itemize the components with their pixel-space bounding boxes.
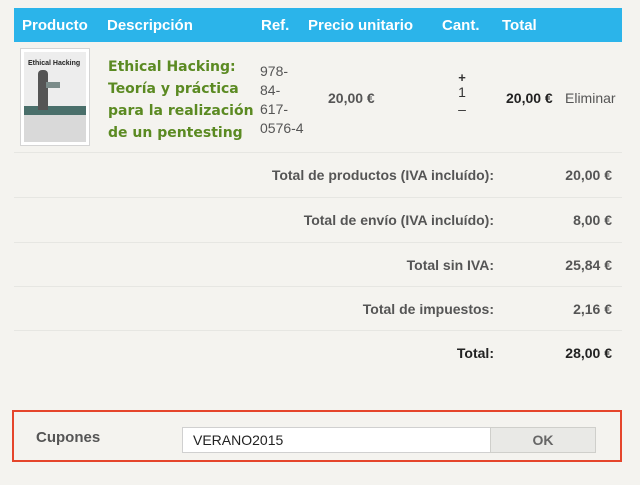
remove-product-link[interactable]: Eliminar <box>565 90 616 106</box>
total-shipping-row: Total de envío (IVA incluído): 8,00 € <box>14 197 622 243</box>
total-products-amount: 20,00 € <box>565 167 612 183</box>
grand-total-amount: 28,00 € <box>565 345 612 361</box>
total-shipping-label: Total de envío (IVA incluído): <box>303 212 494 228</box>
cart-table-header: Producto Descripción Ref. Precio unitari… <box>14 8 622 42</box>
quantity-value: 1 <box>458 84 466 100</box>
quantity-stepper: + 1 – <box>452 71 472 118</box>
book-cover-title: Ethical Hacking <box>28 60 81 67</box>
total-without-tax-row: Total sin IVA: 25,84 € <box>14 242 622 288</box>
header-descripcion: Descripción <box>107 17 193 34</box>
total-taxes-amount: 2,16 € <box>573 301 612 317</box>
page-top <box>14 0 622 8</box>
coupon-label: Cupones <box>36 429 101 446</box>
header-total: Total <box>502 17 537 34</box>
product-description-link[interactable]: Ethical Hacking: Teoría y práctica para … <box>108 56 258 144</box>
book-cover-figure <box>38 70 48 110</box>
coupon-section: Cupones OK <box>12 410 622 462</box>
total-without-tax-label: Total sin IVA: <box>406 257 494 273</box>
grand-total-label: Total: <box>456 345 494 361</box>
product-total: 20,00 € <box>506 90 553 106</box>
header-cantidad: Cant. <box>442 17 480 34</box>
book-cover-figure-detail <box>46 82 60 88</box>
total-shipping-amount: 8,00 € <box>573 212 612 228</box>
product-unit-price: 20,00 € <box>328 90 375 106</box>
header-producto: Producto <box>22 17 88 34</box>
book-cover-image: Ethical Hacking <box>24 52 86 142</box>
product-reference: 978-84-617-0576-4 <box>260 63 304 136</box>
quantity-increase-button[interactable]: + <box>452 71 472 84</box>
total-taxes-row: Total de impuestos: 2,16 € <box>14 286 622 332</box>
apply-coupon-button[interactable]: OK <box>490 427 596 453</box>
header-ref: Ref. <box>261 17 290 34</box>
coupon-code-input[interactable] <box>182 427 492 453</box>
cart-product-row: Ethical Hacking Ethical Hacking: Teoría … <box>14 42 622 152</box>
grand-total-row: Total: 28,00 € <box>14 330 622 376</box>
product-thumbnail[interactable]: Ethical Hacking <box>20 48 90 146</box>
total-without-tax-amount: 25,84 € <box>565 257 612 273</box>
header-precio-unitario: Precio unitario <box>308 17 414 34</box>
total-products-label: Total de productos (IVA incluído): <box>271 167 494 183</box>
total-products-row: Total de productos (IVA incluído): 20,00… <box>14 152 622 198</box>
quantity-decrease-button[interactable]: – <box>452 100 472 118</box>
total-taxes-label: Total de impuestos: <box>362 301 494 317</box>
